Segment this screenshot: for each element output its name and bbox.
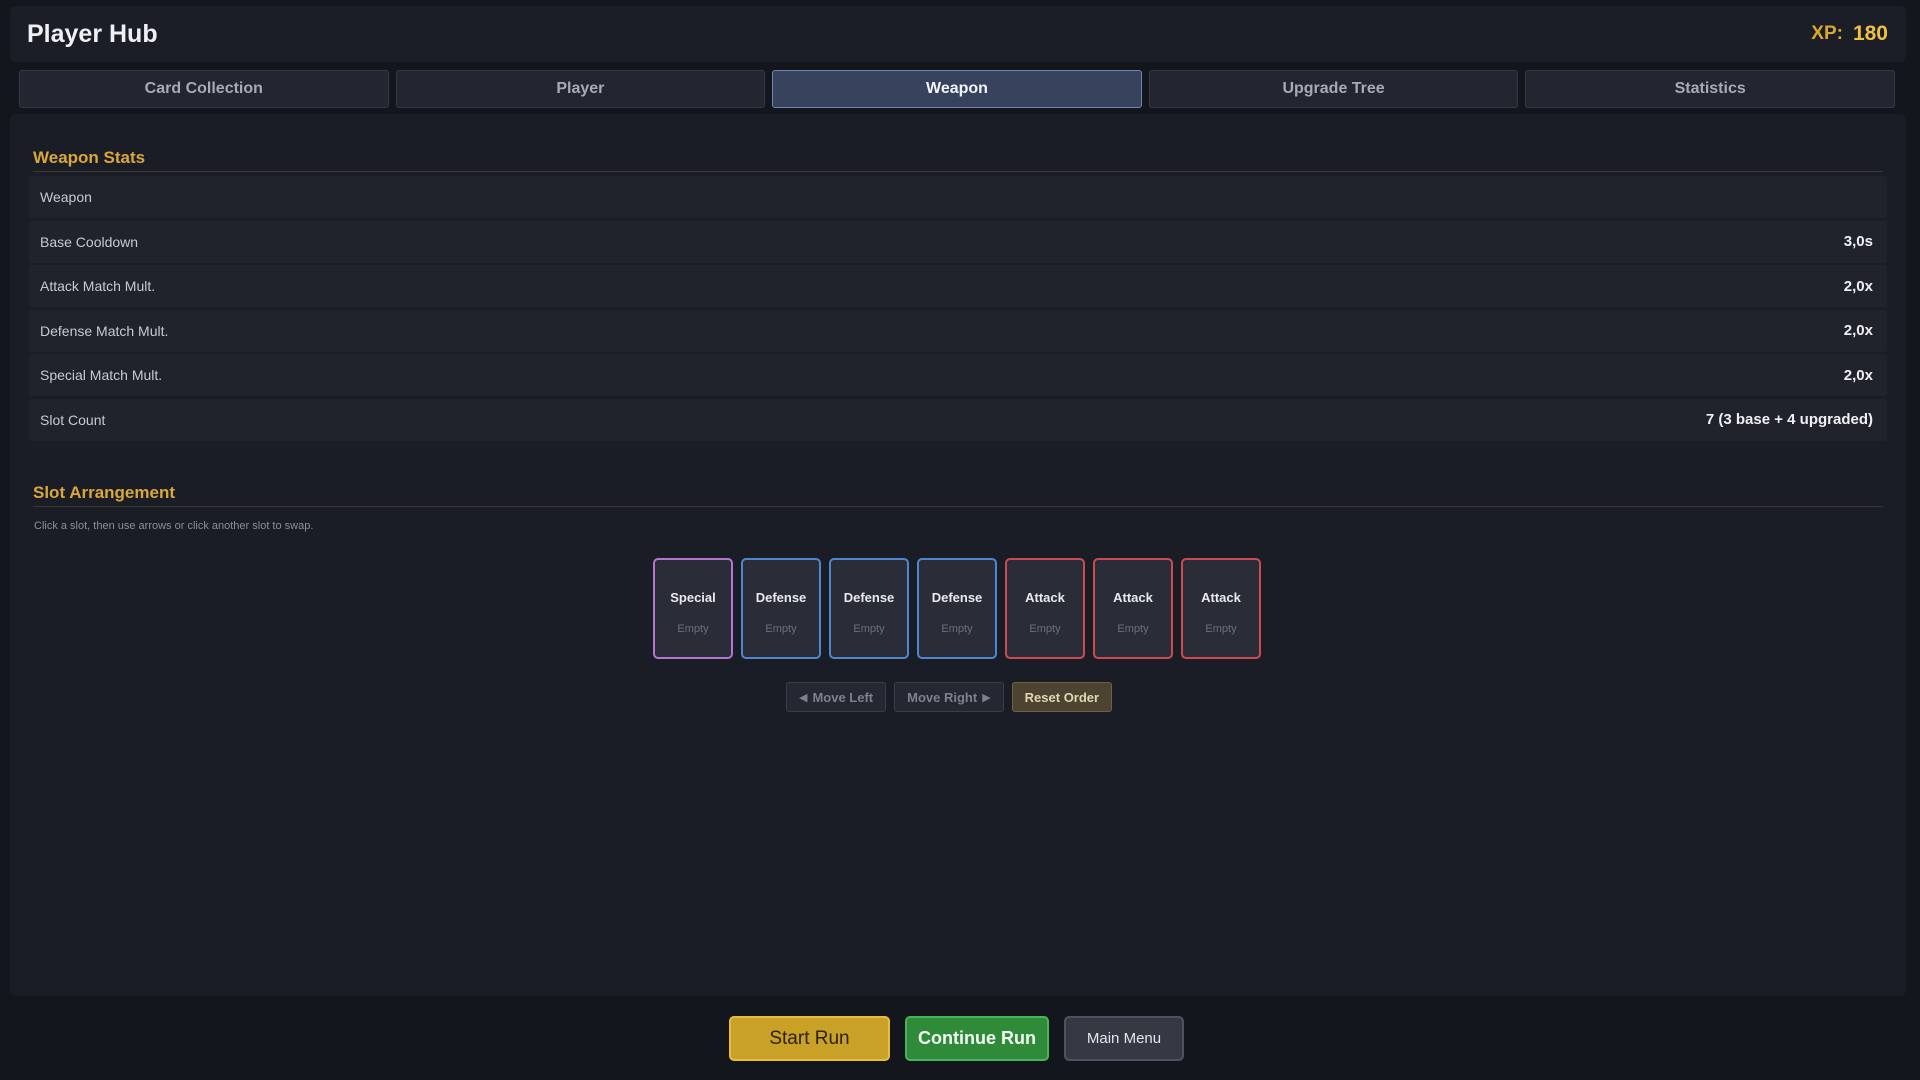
weapon-slot[interactable]: Defense Empty: [741, 558, 821, 659]
continue-run-button[interactable]: Continue Run: [905, 1016, 1049, 1061]
weapon-slot[interactable]: Attack Empty: [1181, 558, 1261, 659]
stat-value: 7 (3 base + 4 upgraded): [1705, 411, 1873, 428]
slot-state: Empty: [941, 623, 973, 635]
stat-row-attack-mult: Attack Match Mult. 2,0x: [29, 265, 1887, 307]
bottom-action-bar: Start Run Continue Run Main Menu: [0, 1016, 1920, 1061]
slot-type: Attack: [1025, 590, 1065, 605]
arrow-right-icon: ▶: [982, 691, 991, 704]
slot-state: Empty: [1029, 623, 1061, 635]
stat-label: Base Cooldown: [40, 233, 139, 250]
stat-value: 2,0x: [1843, 366, 1873, 384]
slot-state: Empty: [677, 623, 709, 635]
start-run-button[interactable]: Start Run: [729, 1016, 890, 1061]
slot-type: Defense: [843, 590, 895, 605]
slot-type: Special: [670, 590, 716, 605]
slot-row: Special Empty Defense Empty Defense Empt…: [653, 558, 1261, 659]
slot-type: Defense: [755, 590, 807, 605]
stat-value: 2,0x: [1843, 277, 1873, 295]
slot-controls: ◀ Move Left Move Right ▶ Reset Order: [786, 682, 1113, 712]
slot-state: Empty: [853, 623, 885, 635]
tab-statistics[interactable]: Statistics: [1525, 70, 1895, 108]
slot-hint: Click a slot, then use arrows or click a…: [34, 520, 314, 532]
weapon-panel: Weapon Stats Weapon Base Cooldown 3,0s A…: [10, 114, 1906, 996]
stat-label: Attack Match Mult.: [40, 278, 156, 294]
slot-type: Attack: [1201, 590, 1241, 605]
page-title: Player Hub: [27, 19, 158, 48]
tab-upgrade-tree[interactable]: Upgrade Tree: [1148, 70, 1519, 108]
slot-type: Attack: [1113, 590, 1153, 605]
tab-card-collection[interactable]: Card Collection: [19, 70, 389, 108]
section-divider: [33, 171, 1883, 172]
stat-label: Weapon: [40, 189, 92, 205]
slot-type: Defense: [931, 590, 983, 605]
xp-value: 180: [1852, 22, 1888, 45]
weapon-stats-title: Weapon Stats: [33, 148, 146, 167]
tab-weapon[interactable]: Weapon: [772, 70, 1142, 108]
stat-row-weapon: Weapon: [29, 176, 1887, 218]
stat-row-slot-count: Slot Count 7 (3 base + 4 upgraded): [29, 398, 1887, 441]
reset-order-button[interactable]: Reset Order: [1011, 682, 1113, 712]
xp-label: XP:: [1811, 23, 1843, 44]
stat-row-base-cooldown: Base Cooldown 3,0s: [29, 220, 1887, 263]
section-divider: [33, 506, 1883, 507]
weapon-slot[interactable]: Defense Empty: [917, 558, 997, 659]
weapon-slot[interactable]: Special Empty: [653, 558, 733, 659]
main-menu-button[interactable]: Main Menu: [1064, 1016, 1184, 1061]
move-left-label: Move Left: [812, 689, 874, 705]
stat-label: Slot Count: [40, 411, 106, 428]
slot-state: Empty: [1117, 623, 1149, 635]
slot-state: Empty: [1205, 623, 1237, 635]
stat-value: 2,0x: [1843, 322, 1873, 339]
tab-bar: Card Collection Player Weapon Upgrade Tr…: [19, 70, 1895, 108]
move-left-button[interactable]: ◀ Move Left: [786, 682, 887, 712]
slot-state: Empty: [765, 623, 797, 635]
weapon-slot[interactable]: Defense Empty: [829, 558, 909, 659]
stat-row-special-mult: Special Match Mult. 2,0x: [29, 354, 1887, 396]
move-right-button[interactable]: Move Right ▶: [894, 682, 1004, 712]
header-bar: Player Hub XP: 180: [10, 6, 1906, 62]
arrow-left-icon: ◀: [799, 691, 808, 704]
xp-display: XP: 180: [1811, 22, 1888, 46]
stat-label: Special Match Mult.: [40, 367, 163, 383]
weapon-stats-table: Weapon Base Cooldown 3,0s Attack Match M…: [29, 176, 1887, 443]
weapon-slot[interactable]: Attack Empty: [1005, 558, 1085, 659]
slot-arrangement-title: Slot Arrangement: [33, 483, 176, 502]
weapon-slot[interactable]: Attack Empty: [1093, 558, 1173, 659]
stat-row-defense-mult: Defense Match Mult. 2,0x: [29, 309, 1887, 352]
stat-value: 3,0s: [1843, 233, 1873, 250]
move-right-label: Move Right: [907, 689, 978, 705]
stat-label: Defense Match Mult.: [40, 322, 169, 339]
tab-player[interactable]: Player: [395, 70, 766, 108]
